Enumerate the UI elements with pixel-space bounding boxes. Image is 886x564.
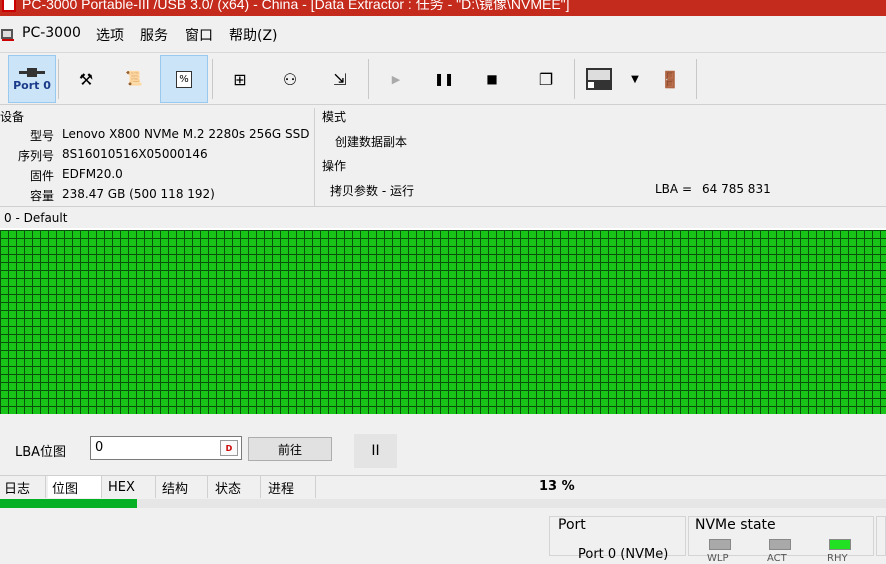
exit-door-icon: 🚪 (660, 69, 680, 89)
window-title: PC-3000 Portable-III /USB 3.0/ (x64) - C… (22, 0, 570, 12)
tools-button[interactable]: ⚒ (62, 55, 110, 103)
model-value: Lenovo X800 NVMe M.2 2280s 256G SSD (62, 127, 310, 141)
lba-bitmap-panel (0, 228, 886, 414)
go-button[interactable]: 前往 (248, 437, 332, 461)
port-group-title: Port (558, 517, 586, 533)
mode-section-title: 模式 (322, 110, 347, 124)
play-button[interactable]: ▶ (372, 55, 420, 103)
serial-value: 8S16010516X05000146 (62, 147, 208, 161)
title-bar: PC-3000 Portable-III /USB 3.0/ (x64) - C… (0, 0, 886, 16)
stop-button[interactable]: ■ (468, 55, 516, 103)
binoculars-icon: ⚇ (282, 69, 298, 89)
image-button[interactable] (578, 55, 620, 103)
tab-hex[interactable]: HEX (104, 476, 156, 498)
tab-bitmap[interactable]: 位图 (48, 476, 102, 498)
menu-window[interactable]: 窗口 (185, 25, 213, 45)
tab-status[interactable]: 状态 (211, 476, 261, 498)
device-section-title: 设备 (0, 110, 25, 124)
model-label: 型号 (29, 129, 54, 143)
map-pause-button[interactable]: II (354, 434, 397, 468)
serial-label: 序列号 (17, 149, 54, 163)
decimal-format-icon[interactable]: D (220, 440, 238, 456)
progress-fill (0, 499, 138, 508)
menu-app[interactable]: PC-3000 (22, 25, 81, 41)
progress-bar (0, 499, 886, 508)
capacity-value: 238.47 GB (500 118 192) (62, 187, 215, 201)
tree-button[interactable]: ⊞ (216, 55, 264, 103)
menu-options[interactable]: 选项 (96, 25, 124, 45)
led-act-label: ACT (767, 553, 787, 564)
exit-button[interactable]: 🚪 (646, 55, 694, 103)
caret-down-icon: ▼ (631, 73, 639, 85)
script-button[interactable]: 📜 (110, 55, 158, 103)
progress-percent: 13 % (539, 479, 575, 494)
menu-bar: PC-3000 选项 服务 窗口 帮助(Z) (0, 22, 886, 48)
firmware-label: 固件 (29, 169, 54, 183)
binoculars-button[interactable]: ⚇ (266, 55, 314, 103)
nvme-state-title: NVMe state (695, 517, 776, 533)
image-dropdown[interactable]: ▼ (622, 55, 648, 103)
image-icon (586, 68, 612, 90)
tools-icon: ⚒ (78, 69, 94, 89)
bottom-tabs: 日志 位图 HEX 结构 状态 进程 (0, 475, 886, 498)
tab-log[interactable]: 日志 (0, 476, 46, 498)
port-group: Port Port 0 (NVMe) (549, 516, 686, 562)
led-wlp (709, 539, 731, 550)
menu-help[interactable]: 帮助(Z) (229, 25, 278, 45)
lba-input[interactable]: 0 D (90, 436, 242, 460)
led-rhy-label: RHY (827, 553, 848, 564)
stop-icon: ■ (486, 72, 498, 86)
pause-icon: II (371, 443, 380, 459)
tree-icon: ⊞ (233, 69, 247, 89)
export-button[interactable]: ⇲ (316, 55, 364, 103)
port-group-value: Port 0 (NVMe) (578, 547, 669, 562)
tab-process[interactable]: 进程 (264, 476, 316, 498)
lba-bitmap-label: LBA位图 (15, 445, 67, 460)
pause-button[interactable]: ❚❚ (420, 55, 468, 103)
extra-group (876, 516, 886, 556)
menu-service[interactable]: 服务 (140, 25, 168, 45)
windows-button[interactable]: ❐ (522, 55, 570, 103)
tab-structure[interactable]: 结构 (158, 476, 208, 498)
mode-value: 创建数据副本 (335, 135, 408, 149)
percent-sheet-button[interactable]: % (160, 55, 208, 103)
percent-sheet-icon: % (176, 70, 192, 88)
play-icon: ▶ (391, 72, 401, 86)
lba-label: LBA = (655, 182, 692, 196)
nvme-state-group: NVMe state WLP ACT RHY (688, 516, 874, 564)
app-logo-icon (1, 29, 14, 41)
capacity-label: 容量 (29, 189, 54, 203)
status-area: Port Port 0 (NVMe) NVMe state WLP ACT RH… (0, 512, 886, 564)
app-icon (2, 0, 16, 12)
led-rhy (829, 539, 851, 550)
script-icon: 📜 (125, 71, 143, 87)
led-act (769, 539, 791, 550)
lba-value: 64 785 831 (702, 182, 771, 196)
port-label: Port 0 (13, 78, 51, 92)
export-icon: ⇲ (333, 69, 347, 89)
led-wlp-label: WLP (707, 553, 729, 564)
toolbar: Port 0 ⚒ 📜 % ⊞ ⚇ ⇲ ▶ ❚❚ ■ ❐ ▼ 🚪 (0, 52, 886, 104)
windows-icon: ❐ (538, 69, 554, 89)
pause-icon: ❚❚ (433, 72, 455, 86)
lba-bitmap-grid[interactable] (0, 230, 886, 414)
port-button[interactable]: Port 0 (8, 55, 56, 103)
lba-input-value: 0 (95, 440, 104, 455)
device-info-panel: 设备 型号 Lenovo X800 NVMe M.2 2280s 256G SS… (0, 104, 886, 207)
firmware-value: EDFM20.0 (62, 167, 123, 181)
operation-value: 拷贝参数 - 运行 (330, 184, 414, 198)
operation-section-title: 操作 (322, 159, 347, 173)
port-connector-icon (19, 67, 45, 77)
map-title: 0 - Default (4, 211, 68, 225)
